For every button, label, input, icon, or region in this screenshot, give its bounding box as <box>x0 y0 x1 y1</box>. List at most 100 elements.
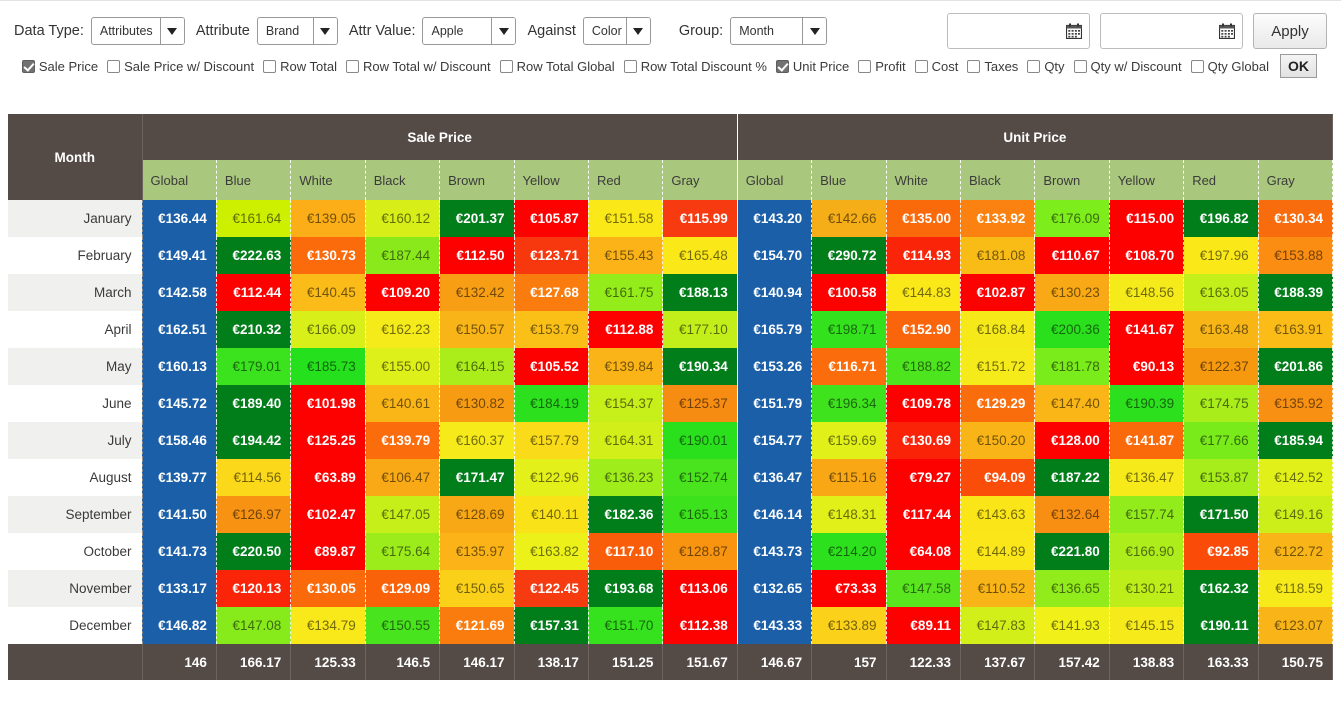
calendar-icon[interactable] <box>1065 23 1083 40</box>
metric-checkbox-profit[interactable]: Profit <box>858 59 906 74</box>
data-type-select[interactable]: Attributes <box>90 17 185 45</box>
against-value: Color <box>591 24 622 38</box>
table-row: February €149.41 €222.63 €130.73 €187.44 €112… <box>8 237 1334 274</box>
table-row: December €146.82 €147.08 €134.79 €150.55 €121… <box>8 607 1334 644</box>
cell-sale-global-november: €133.17 <box>142 570 217 607</box>
metric-checkbox-taxes[interactable]: Taxes <box>967 59 1018 74</box>
cell-unit-black-november: €110.52 <box>960 570 1036 607</box>
metric-checkbox-row-total[interactable]: Row Total <box>263 59 337 74</box>
calendar-icon[interactable] <box>1218 23 1236 40</box>
subheader-unit-red: Red <box>1183 160 1259 200</box>
checkbox-icon[interactable] <box>858 59 872 73</box>
metric-checkbox-row-total-w-discount[interactable]: Row Total w/ Discount <box>345 59 491 74</box>
chevron-down-icon[interactable] <box>159 18 184 44</box>
date-from-field[interactable] <box>947 13 1090 49</box>
metric-label: Row Total Global <box>516 58 615 74</box>
cell-sale-yellow-july: €157.79 <box>514 422 589 459</box>
chevron-down-icon[interactable] <box>312 18 337 44</box>
metric-checkbox-unit-price[interactable]: Unit Price <box>775 58 850 74</box>
totals-row: 146 166.17 125.33 146.5 146.17 138.17 151.25 15… <box>8 644 1334 680</box>
attribute-select[interactable]: Brand <box>256 17 338 45</box>
apply-button[interactable]: Apply <box>1253 13 1327 49</box>
table-row: May €160.13 €179.01 €185.73 €155.00 €164.15 €1… <box>8 348 1334 385</box>
cell-sale-global-october: €141.73 <box>142 533 217 570</box>
cell-sale-red-march: €161.75 <box>588 274 664 311</box>
checkbox-icon[interactable] <box>1190 59 1204 73</box>
table-body: January €136.44 €161.64 €139.05 €160.12 €201.… <box>8 200 1334 644</box>
cell-sale-white-january: €139.05 <box>290 200 366 237</box>
cell-sale-global-september: €141.50 <box>142 496 217 533</box>
cell-unit-black-september: €143.63 <box>960 496 1036 533</box>
metric-checkbox-cost[interactable]: Cost <box>914 59 958 74</box>
against-select[interactable]: Color <box>582 17 651 45</box>
chevron-down-icon[interactable] <box>491 18 516 44</box>
cell-unit-yellow-september: €157.74 <box>1109 496 1185 533</box>
cell-sale-brown-may: €164.15 <box>439 348 515 385</box>
cell-unit-brown-june: €147.40 <box>1034 385 1110 422</box>
cell-sale-white-april: €166.09 <box>290 311 366 348</box>
cell-sale-white-july: €125.25 <box>290 422 366 459</box>
metric-checkbox-sale-price[interactable]: Sale Price <box>21 59 98 74</box>
metric-checkbox-sale-price-w-discount[interactable]: Sale Price w/ Discount <box>107 59 254 74</box>
cell-unit-blue-may: €116.71 <box>811 348 887 385</box>
cell-unit-brown-july: €128.00 <box>1034 422 1110 459</box>
chevron-down-icon[interactable] <box>802 18 827 44</box>
metric-checkbox-qty-w-discount[interactable]: Qty w/ Discount <box>1073 59 1182 74</box>
cell-unit-red-may: €122.37 <box>1183 348 1259 385</box>
ok-button[interactable]: OK <box>1280 54 1317 78</box>
cell-sale-blue-august: €114.56 <box>216 459 292 496</box>
row-label-december: December <box>8 607 143 644</box>
checkbox-icon[interactable] <box>499 59 513 73</box>
cell-sale-blue-may: €179.01 <box>216 348 292 385</box>
total-unit-global: 146.67 <box>737 644 813 680</box>
cell-sale-global-march: €142.58 <box>142 274 217 311</box>
chevron-down-icon[interactable] <box>625 18 650 44</box>
filter-toolbar: Data Type: Attributes Attribute Brand At… <box>0 0 1341 79</box>
cell-unit-gray-may: €201.86 <box>1258 348 1334 385</box>
cell-unit-gray-january: €130.34 <box>1258 200 1334 237</box>
checkbox-icon[interactable] <box>914 59 928 73</box>
checkbox-icon[interactable] <box>967 59 981 73</box>
cell-sale-red-june: €154.37 <box>588 385 664 422</box>
cell-sale-blue-september: €126.97 <box>216 496 292 533</box>
cell-unit-global-march: €140.94 <box>737 274 813 311</box>
pivot-table-container: Month Sale Price Unit Price Global Blue Wh… <box>8 114 1334 680</box>
cell-sale-blue-january: €161.64 <box>216 200 292 237</box>
row-label-june: June <box>8 385 143 422</box>
cell-unit-blue-march: €100.58 <box>811 274 887 311</box>
metric-checkbox-qty-global[interactable]: Qty Global <box>1190 59 1269 74</box>
checkbox-icon[interactable] <box>623 59 637 73</box>
group-select[interactable]: Month <box>730 17 828 45</box>
cell-unit-blue-july: €159.69 <box>811 422 887 459</box>
cell-unit-gray-august: €142.52 <box>1258 459 1334 496</box>
attr-value-select[interactable]: Apple <box>422 17 517 45</box>
cell-sale-gray-november: €113.06 <box>662 570 738 607</box>
metric-checkbox-row-total-discount[interactable]: Row Total Discount % <box>623 59 767 74</box>
row-label-august: August <box>8 459 143 496</box>
cell-unit-global-april: €165.79 <box>737 311 813 348</box>
metric-label: Unit Price <box>792 58 850 74</box>
cell-sale-white-december: €134.79 <box>290 607 366 644</box>
checkbox-checked-icon[interactable] <box>21 59 35 73</box>
cell-unit-white-january: €135.00 <box>886 200 961 237</box>
checkbox-icon[interactable] <box>345 59 359 73</box>
cell-sale-yellow-november: €122.45 <box>514 570 589 607</box>
date-to-field[interactable] <box>1100 13 1243 49</box>
cell-unit-brown-december: €141.93 <box>1034 607 1110 644</box>
subheader-unit-yellow: Yellow <box>1109 160 1185 200</box>
checkbox-icon[interactable] <box>1027 59 1041 73</box>
subheader-sale-brown: Brown <box>439 160 515 200</box>
checkbox-icon[interactable] <box>1073 59 1087 73</box>
filter-row: Data Type: Attributes Attribute Brand At… <box>14 11 1327 51</box>
row-label-february: February <box>8 237 143 274</box>
metric-checkbox-qty[interactable]: Qty <box>1027 59 1065 74</box>
metric-checkbox-row-total-global[interactable]: Row Total Global <box>499 58 615 74</box>
checkbox-icon[interactable] <box>263 59 277 73</box>
cell-unit-gray-september: €149.16 <box>1258 496 1334 533</box>
header-group-sale-price: Sale Price <box>142 114 738 160</box>
checkbox-icon[interactable] <box>107 59 121 73</box>
cell-sale-white-february: €130.73 <box>290 237 366 274</box>
cell-sale-gray-september: €165.13 <box>662 496 738 533</box>
checkbox-checked-icon[interactable] <box>775 59 789 73</box>
cell-unit-black-june: €129.29 <box>960 385 1036 422</box>
